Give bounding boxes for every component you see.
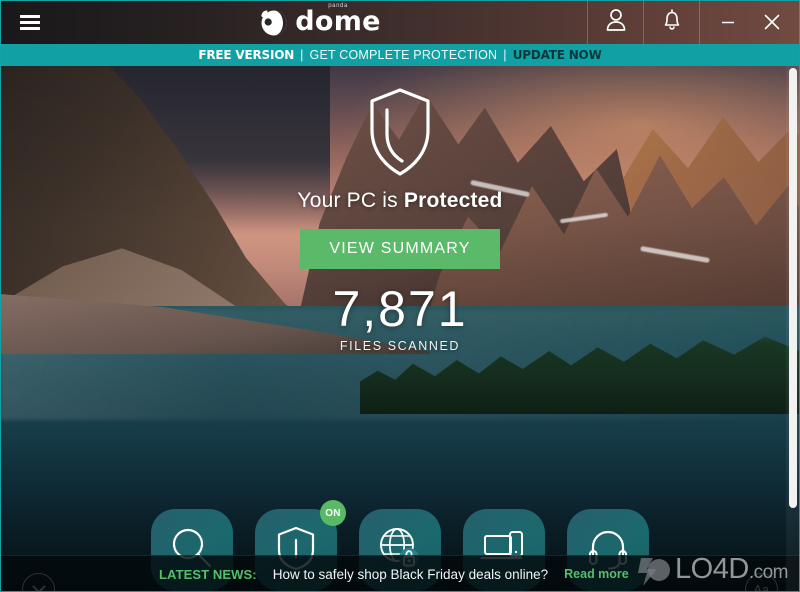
promo-banner[interactable]: FREE VERSION | GET COMPLETE PROTECTION |… [0,44,800,66]
title-bar: panda dome [0,0,800,44]
hero-background: Your PC is Protected VIEW SUMMARY 7,871 … [0,66,800,592]
status-prefix: Your PC is [297,189,404,212]
shield-icon [366,86,434,183]
news-label: LATEST NEWS: [159,566,257,582]
files-scanned-label: FILES SCANNED [339,339,461,353]
menu-button[interactable] [0,0,60,44]
news-headline: How to safely shop Black Friday deals on… [272,566,549,582]
promo-separator: | [300,48,304,62]
promo-version: FREE VERSION [198,48,295,62]
hamburger-icon [20,14,40,30]
promo-message: GET COMPLETE PROTECTION [309,48,498,62]
close-button[interactable] [761,11,783,33]
logo-brand: panda [328,3,348,9]
latest-news-bar: LATEST NEWS: How to safely shop Black Fr… [0,555,800,592]
vertical-scrollbar[interactable] [786,66,800,592]
scrollbar-thumb[interactable] [789,68,797,508]
promo-separator: | [503,48,507,62]
window-controls [699,0,800,44]
app-logo: panda dome [60,0,587,44]
notifications-button[interactable] [643,0,699,44]
title-bar-actions [587,0,800,44]
promo-cta[interactable]: UPDATE NOW [513,48,602,62]
panda-logo-icon [258,7,288,37]
panda-dome-window: Your PC is Protected VIEW SUMMARY 7,871 … [0,0,800,592]
status-badge: ON [320,500,346,526]
view-summary-button[interactable]: VIEW SUMMARY [300,229,500,269]
bell-icon [661,8,683,37]
read-more-link[interactable]: Read more [564,567,629,581]
protection-status: Your PC is Protected [297,189,502,213]
status-state: Protected [403,189,503,212]
files-scanned-count: 7,871 [332,281,468,337]
minimize-button[interactable] [717,11,739,33]
account-button[interactable] [587,0,643,44]
logo-product: dome [295,6,381,37]
user-icon [605,8,627,37]
